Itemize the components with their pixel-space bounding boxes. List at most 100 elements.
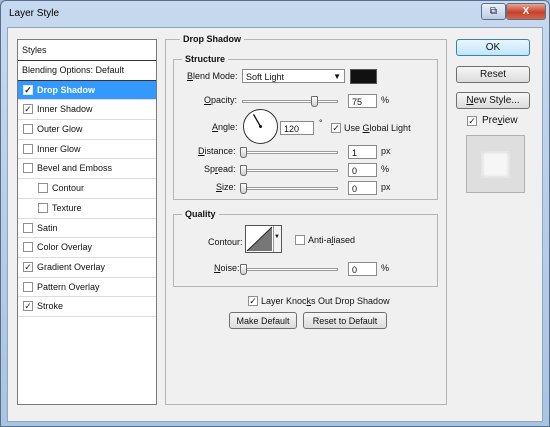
ok-button[interactable]: OK (456, 39, 530, 56)
preview-thumbnail (466, 135, 525, 193)
contour-preview-icon (246, 226, 273, 252)
spread-label: Spread: (204, 164, 236, 174)
shadow-color-swatch[interactable] (350, 69, 377, 84)
styles-list-item[interactable]: Outer Glow (18, 120, 156, 140)
quality-title: Quality (182, 209, 219, 219)
style-checkbox[interactable] (23, 222, 33, 233)
structure-group: Structure Blend Mode: Soft Light ▼ Opaci… (173, 54, 438, 200)
contour-picker[interactable]: ▼ (245, 225, 282, 253)
distance-input[interactable]: 1 (348, 145, 377, 159)
contour-label: Contour: (208, 237, 243, 247)
styles-list-item[interactable]: Blending Options: Default (18, 61, 156, 81)
contour-dropdown-arrow[interactable]: ▼ (273, 226, 281, 252)
size-unit: px (381, 182, 391, 192)
blend-mode-label: Blend Mode: (187, 71, 238, 81)
style-label: Inner Glow (37, 143, 81, 154)
styles-list-item[interactable]: ✓ Drop Shadow (18, 80, 156, 101)
help-button[interactable]: ⧉ (481, 3, 506, 20)
knocks-out-label: Layer Knocks Out Drop Shadow (261, 296, 390, 306)
opacity-slider[interactable] (242, 96, 338, 107)
styles-list-item[interactable]: Contour (18, 179, 156, 199)
style-label: Bevel and Emboss (37, 163, 113, 174)
style-label: Gradient Overlay (37, 261, 106, 272)
opacity-label: Opacity: (204, 95, 238, 105)
angle-input[interactable]: 120 (280, 121, 314, 135)
blend-mode-dropdown[interactable]: Soft Light ▼ (242, 69, 345, 83)
noise-unit: % (381, 263, 390, 273)
chevron-down-icon: ▼ (333, 72, 341, 81)
style-label: Outer Glow (37, 124, 83, 135)
dialog-body: Styles Blending Options: Default ✓ Drop Sh… (7, 27, 543, 422)
style-checkbox[interactable] (38, 183, 48, 194)
angle-label: Angle: (212, 122, 238, 132)
style-label: Blending Options: Default (22, 65, 125, 75)
layer-style-window: Layer Style ⧉ X Styles Blending Options:… (0, 0, 550, 427)
opacity-input[interactable]: 75 (348, 94, 377, 108)
styles-list-item[interactable]: ✓ Gradient Overlay (18, 258, 156, 278)
styles-list-item[interactable]: Texture (18, 199, 156, 219)
size-input[interactable]: 0 (348, 181, 377, 195)
size-slider-thumb[interactable] (240, 183, 247, 194)
style-checkbox[interactable]: ✓ (23, 104, 33, 115)
distance-slider[interactable] (240, 147, 338, 158)
size-label: Size: (216, 182, 237, 192)
style-checkbox[interactable] (38, 202, 48, 213)
use-global-light-checkbox[interactable]: ✓ (331, 123, 341, 133)
preview-swatch (481, 151, 510, 178)
preview-checkbox[interactable]: ✓ (467, 116, 477, 126)
reset-button[interactable]: Reset (456, 66, 530, 83)
styles-list-item[interactable]: Color Overlay (18, 238, 156, 258)
anti-aliased-label: Anti-aliased (308, 235, 356, 245)
noise-slider-thumb[interactable] (240, 264, 247, 275)
drop-shadow-group: Drop Shadow Structure Blend Mode: Soft L… (165, 34, 447, 405)
style-checkbox[interactable]: ✓ (23, 261, 33, 272)
style-checkbox[interactable] (23, 281, 33, 292)
styles-list-item[interactable]: Satin (18, 219, 156, 239)
noise-label: Noise: (214, 263, 240, 273)
close-icon: X (522, 6, 530, 17)
make-default-button[interactable]: Make Default (229, 312, 297, 329)
style-label: Pattern Overlay (37, 281, 100, 292)
spread-unit: % (381, 164, 390, 174)
styles-list-item[interactable]: Bevel and Emboss (18, 159, 156, 180)
styles-list-item[interactable]: Inner Glow (18, 140, 156, 160)
window-title: Layer Style (9, 8, 60, 19)
style-checkbox[interactable] (23, 124, 33, 135)
angle-dial[interactable] (242, 108, 279, 145)
style-label: Satin (37, 222, 58, 233)
style-label: Texture (52, 202, 82, 213)
size-slider[interactable] (240, 183, 338, 194)
title-bar[interactable]: Layer Style ⧉ X (1, 1, 549, 27)
spread-slider-thumb[interactable] (240, 165, 247, 176)
style-label: Stroke (37, 301, 64, 312)
style-label: Contour (52, 183, 85, 194)
distance-slider-thumb[interactable] (240, 147, 247, 158)
knocks-out-checkbox[interactable]: ✓ (248, 296, 258, 306)
spread-slider[interactable] (240, 165, 338, 176)
close-button[interactable]: X (506, 3, 546, 20)
style-label: Drop Shadow (37, 84, 95, 95)
style-checkbox[interactable] (23, 143, 33, 154)
styles-list-item[interactable]: ✓ Inner Shadow (18, 100, 156, 121)
drop-shadow-title: Drop Shadow (180, 34, 244, 44)
blend-mode-value: Soft Light (246, 72, 285, 82)
chevron-down-icon: ▼ (274, 234, 280, 240)
spread-input[interactable]: 0 (348, 163, 377, 177)
opacity-slider-thumb[interactable] (310, 96, 318, 107)
anti-aliased-checkbox[interactable] (295, 235, 305, 245)
style-label: Color Overlay (37, 242, 93, 253)
style-label: Inner Shadow (37, 104, 93, 115)
styles-list: Styles Blending Options: Default ✓ Drop Sh… (17, 39, 157, 405)
new-style-button[interactable]: New Style... (456, 92, 530, 109)
styles-list-item[interactable]: ✓ Stroke (18, 297, 156, 317)
style-checkbox[interactable]: ✓ (23, 84, 33, 95)
styles-list-item[interactable]: Pattern Overlay (18, 278, 156, 298)
style-checkbox[interactable] (23, 163, 33, 174)
style-checkbox[interactable] (23, 242, 33, 253)
distance-unit: px (381, 146, 391, 156)
reset-to-default-button[interactable]: Reset to Default (303, 312, 387, 329)
style-checkbox[interactable]: ✓ (23, 301, 33, 312)
noise-input[interactable]: 0 (348, 262, 377, 276)
quality-group: Quality Contour: ▼ Anti-aliased Noise: 0… (173, 209, 438, 287)
noise-slider[interactable] (240, 264, 338, 275)
